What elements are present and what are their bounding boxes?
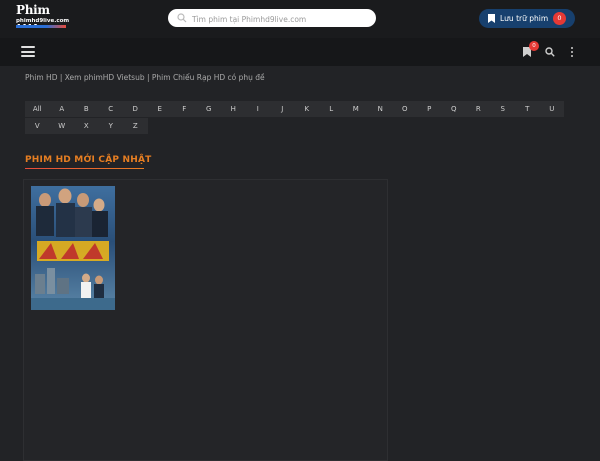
search-input[interactable] bbox=[190, 10, 374, 28]
site-logo[interactable]: Phim HD phimhd9live.com bbox=[14, 3, 70, 31]
saved-movies-label: Lưu trữ phim bbox=[500, 14, 549, 23]
logo-domain: phimhd9live.com bbox=[16, 18, 70, 24]
alpha-key-t[interactable]: T bbox=[515, 101, 540, 117]
alpha-key-f[interactable]: F bbox=[172, 101, 197, 117]
search-box[interactable] bbox=[168, 9, 376, 28]
alpha-key-a[interactable]: A bbox=[49, 101, 74, 117]
saved-count-badge: 0 bbox=[553, 12, 566, 25]
alpha-key-n[interactable]: N bbox=[368, 101, 393, 117]
alpha-key-o[interactable]: O bbox=[392, 101, 417, 117]
top-header: Phim HD phimhd9live.com Lưu trữ phim 0 bbox=[0, 0, 600, 38]
saved-movies-button[interactable]: Lưu trữ phim 0 bbox=[479, 9, 575, 28]
alpha-key-k[interactable]: K bbox=[294, 101, 319, 117]
alpha-key-b[interactable]: B bbox=[74, 101, 99, 117]
alphabet-filter: All A B C D E F G H I J K L M N O P Q R … bbox=[25, 101, 565, 135]
section-title: PHIM HD MỚI CẬP NHẬT bbox=[25, 155, 152, 165]
alpha-key-y[interactable]: Y bbox=[98, 118, 123, 134]
movie-poster[interactable] bbox=[31, 186, 115, 310]
alpha-key-w[interactable]: W bbox=[49, 118, 74, 134]
alpha-key-g[interactable]: G bbox=[196, 101, 221, 117]
search-icon bbox=[177, 13, 187, 23]
alpha-key-d[interactable]: D bbox=[123, 101, 148, 117]
more-vertical-icon[interactable] bbox=[570, 46, 574, 58]
alphabet-row-1: All A B C D E F G H I J K L M N O P Q R … bbox=[25, 101, 565, 117]
alpha-key-all[interactable]: All bbox=[25, 101, 50, 117]
alpha-key-r[interactable]: R bbox=[466, 101, 491, 117]
alpha-key-e[interactable]: E bbox=[147, 101, 172, 117]
alpha-key-s[interactable]: S bbox=[490, 101, 515, 117]
alphabet-row-2: V W X Y Z bbox=[25, 118, 565, 134]
alpha-key-z[interactable]: Z bbox=[123, 118, 148, 134]
alpha-key-h[interactable]: H bbox=[221, 101, 246, 117]
bookmark-icon bbox=[488, 14, 495, 23]
alpha-key-l[interactable]: L bbox=[319, 101, 344, 117]
nav-bar: 0 bbox=[0, 38, 600, 66]
section-underline bbox=[25, 168, 144, 169]
bookmark-count-badge: 0 bbox=[529, 41, 539, 51]
alpha-key-c[interactable]: C bbox=[98, 101, 123, 117]
search-icon[interactable] bbox=[545, 47, 555, 57]
alpha-key-q[interactable]: Q bbox=[441, 101, 466, 117]
alpha-key-x[interactable]: X bbox=[74, 118, 99, 134]
alpha-key-i[interactable]: I bbox=[245, 101, 270, 117]
logo-underline bbox=[16, 25, 66, 28]
menu-icon[interactable] bbox=[21, 46, 35, 57]
alpha-key-m[interactable]: M bbox=[343, 101, 368, 117]
alpha-key-p[interactable]: P bbox=[417, 101, 442, 117]
breadcrumb[interactable]: Phim HD | Xem phimHD Vietsub | Phim Chiế… bbox=[25, 73, 265, 82]
alpha-key-v[interactable]: V bbox=[25, 118, 50, 134]
alpha-key-u[interactable]: U bbox=[539, 101, 564, 117]
alpha-key-j[interactable]: J bbox=[270, 101, 295, 117]
